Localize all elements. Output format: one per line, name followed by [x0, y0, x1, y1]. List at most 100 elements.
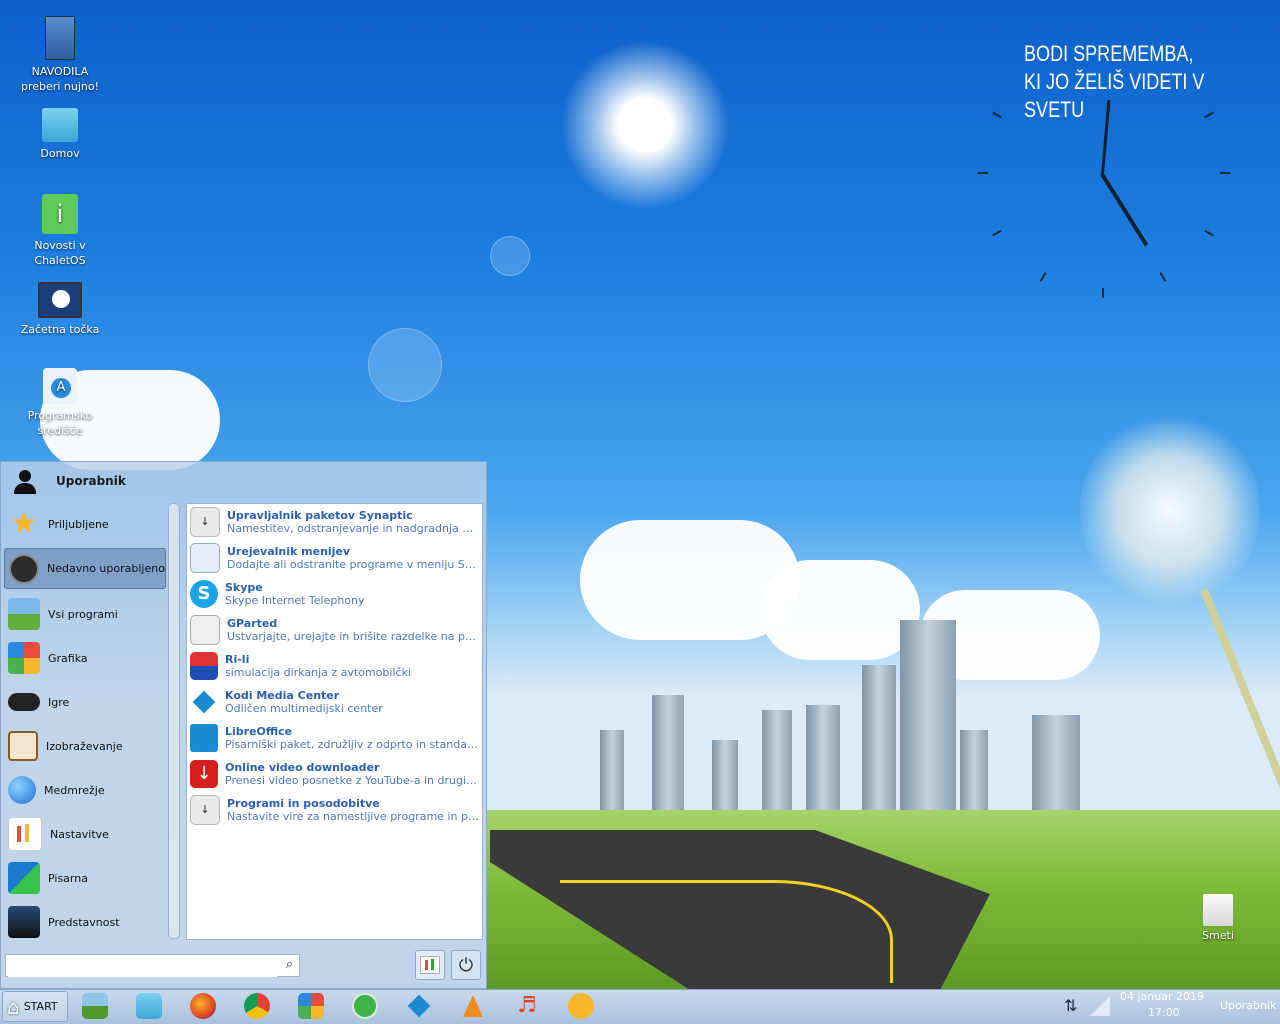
- menu-search-input[interactable]: [8, 956, 277, 977]
- globe-icon: [8, 776, 36, 804]
- app-item-libreoffice[interactable]: LibreOffice Pisarniški paket, združljiv z…: [190, 720, 480, 756]
- category-label: Predstavnost: [48, 915, 120, 929]
- desktop-icon-domov[interactable]: Domov: [12, 108, 108, 161]
- category-medmrezje[interactable]: Medmrežje: [4, 770, 166, 810]
- start-button[interactable]: ⌂ START: [2, 991, 68, 1022]
- desktop-icon-novosti[interactable]: i Novosti v ChaletOS: [12, 194, 108, 268]
- app-item-synaptic[interactable]: ↓ Upravljalnik paketov Synaptic Namestite…: [190, 504, 480, 540]
- building: [652, 695, 684, 810]
- menu-search-box[interactable]: ⌕: [5, 954, 300, 977]
- info-icon: i: [42, 194, 78, 234]
- desktop-icon-smeti[interactable]: Smeti: [1170, 894, 1266, 943]
- menu-user-header[interactable]: Uporabnik: [12, 466, 126, 496]
- category-label: Igre: [48, 695, 70, 709]
- menu-editor-icon: [190, 543, 220, 573]
- disk-icon: [190, 615, 220, 645]
- monitor-play-icon: [38, 282, 82, 318]
- desktop-icon-label: ChaletOS: [34, 254, 86, 267]
- taskbar-user-label[interactable]: Uporabnik: [1220, 999, 1276, 1012]
- desktop-icon-zacetna-tocka[interactable]: Začetna točka: [12, 282, 108, 337]
- app-store-icon: A: [43, 368, 77, 404]
- desktop-icon-label: Domov: [40, 147, 80, 160]
- app-description: Pisarniški paket, združljiv z odprto in …: [225, 738, 480, 751]
- power-button[interactable]: ⏻: [451, 950, 481, 980]
- signal-strength-icon[interactable]: [1090, 996, 1110, 1016]
- app-item-ri-li[interactable]: Ri-li simulacija dirkanja z avtomobilčki: [190, 648, 480, 684]
- home-folder-icon: [42, 108, 78, 142]
- app-description: Nastavite vire za namestljive programe i…: [227, 810, 480, 823]
- package-install-icon: ↓: [190, 795, 220, 825]
- motto-line-1: BODI SPREMEMBA,: [1024, 41, 1194, 66]
- category-priljubljene[interactable]: ★ Priljubljene: [4, 504, 166, 544]
- category-vsi-programi[interactable]: Vsi programi: [4, 594, 166, 634]
- road-line: [560, 880, 893, 983]
- trash-icon: [1203, 894, 1233, 926]
- category-igre[interactable]: Igre: [4, 682, 166, 722]
- dandelion-stem: [1200, 588, 1280, 796]
- app-description: Ustvarjajte, urejajte in brišite razdelk…: [227, 630, 480, 643]
- motto-line-2: KI JO ŽELIŠ VIDETI V SVETU: [1024, 69, 1205, 122]
- app-item-kodi[interactable]: Kodi Media Center Odličen multimedijski c…: [190, 684, 480, 720]
- desktop-icon-programsko-sredisce[interactable]: A Programsko središče: [12, 368, 108, 438]
- app-name: Urejevalnik menijev: [227, 545, 351, 558]
- settings-manager-icon[interactable]: [298, 993, 324, 1019]
- wallpaper-motto: BODI SPREMEMBA, KI JO ŽELIŠ VIDETI V SVE…: [1024, 40, 1234, 124]
- category-label: Izobraževanje: [46, 739, 123, 753]
- firefox-icon[interactable]: [190, 993, 216, 1019]
- package-install-icon: ↓: [190, 507, 220, 537]
- chrome-icon[interactable]: [244, 993, 270, 1019]
- app-description: Prenesi video posnetke z YouTube-a in dr…: [225, 774, 480, 787]
- kodi-icon[interactable]: [406, 993, 432, 1019]
- clock-tick: [1220, 172, 1230, 174]
- skype-icon: S: [190, 580, 218, 608]
- settings-icon: [8, 817, 42, 851]
- vlc-icon[interactable]: [460, 993, 486, 1019]
- category-izobrazevanje[interactable]: Izobraževanje: [4, 726, 166, 766]
- building: [600, 730, 624, 810]
- category-grafika[interactable]: Grafika: [4, 638, 166, 678]
- menu-user-name: Uporabnik: [56, 474, 126, 488]
- category-nedavno-uporabljeno[interactable]: Nedavno uporabljeno: [4, 548, 166, 589]
- desktop-icon-label: središče: [37, 424, 83, 437]
- app-item-menu-editor[interactable]: Urejevalnik menijev Dodajte ali odstranit…: [190, 540, 480, 576]
- clock-tick: [1159, 272, 1167, 282]
- desktop-icon-navodila[interactable]: NAVODILA preberi nujno!: [12, 16, 108, 94]
- category-label: Vsi programi: [48, 607, 118, 621]
- clock-time[interactable]: 17:00: [1148, 1006, 1180, 1019]
- app-name: LibreOffice: [225, 725, 293, 738]
- app-item-skype[interactable]: S Skype Skype Internet Telephony: [190, 576, 480, 612]
- app-description: simulacija dirkanja z avtomobilčki: [225, 666, 411, 679]
- category-pisarna[interactable]: Pisarna: [4, 858, 166, 898]
- building: [960, 730, 988, 810]
- app-name: Upravljalnik paketov Synaptic: [227, 509, 413, 522]
- updates-icon[interactable]: [352, 993, 378, 1019]
- app-item-software-sources[interactable]: ↓ Programi in posodobitve Nastavite vire …: [190, 792, 480, 828]
- building: [900, 620, 956, 810]
- clock-date[interactable]: 04 januar 2019: [1120, 990, 1204, 1003]
- app-name: Online video downloader: [225, 761, 380, 774]
- file-manager-icon[interactable]: [136, 993, 162, 1019]
- kodi-icon: [190, 688, 218, 716]
- desktop-icon-label: Novosti v: [34, 239, 86, 252]
- app-item-video-downloader[interactable]: ↓ Online video downloader Prenesi video p…: [190, 756, 480, 792]
- desktop-icon-label: Smeti: [1202, 929, 1234, 942]
- clock-hour-hand: [1100, 172, 1149, 247]
- menu-settings-button[interactable]: [415, 950, 445, 980]
- clock-icon: [9, 553, 39, 584]
- document-icon: [45, 16, 75, 60]
- screenshot-icon[interactable]: [568, 993, 594, 1019]
- app-item-gparted[interactable]: GParted Ustvarjajte, urejajte in brišite …: [190, 612, 480, 648]
- landscape-icon: [8, 598, 40, 630]
- music-player-icon[interactable]: ♬: [514, 993, 540, 1019]
- home-icon: ⌂: [7, 994, 20, 1019]
- category-label: Nastavitve: [50, 827, 109, 841]
- search-icon: ⌕: [285, 957, 293, 972]
- category-scrollbar-thumb[interactable]: [169, 504, 177, 834]
- category-nastavitve[interactable]: Nastavitve: [4, 814, 166, 854]
- gamepad-icon: [8, 693, 40, 711]
- clock-tick: [978, 172, 988, 174]
- network-icon[interactable]: ⇅: [1064, 996, 1077, 1015]
- category-predstavnost[interactable]: Predstavnost: [4, 902, 166, 942]
- show-desktop-icon[interactable]: [82, 993, 108, 1019]
- graphics-icon: [8, 642, 40, 674]
